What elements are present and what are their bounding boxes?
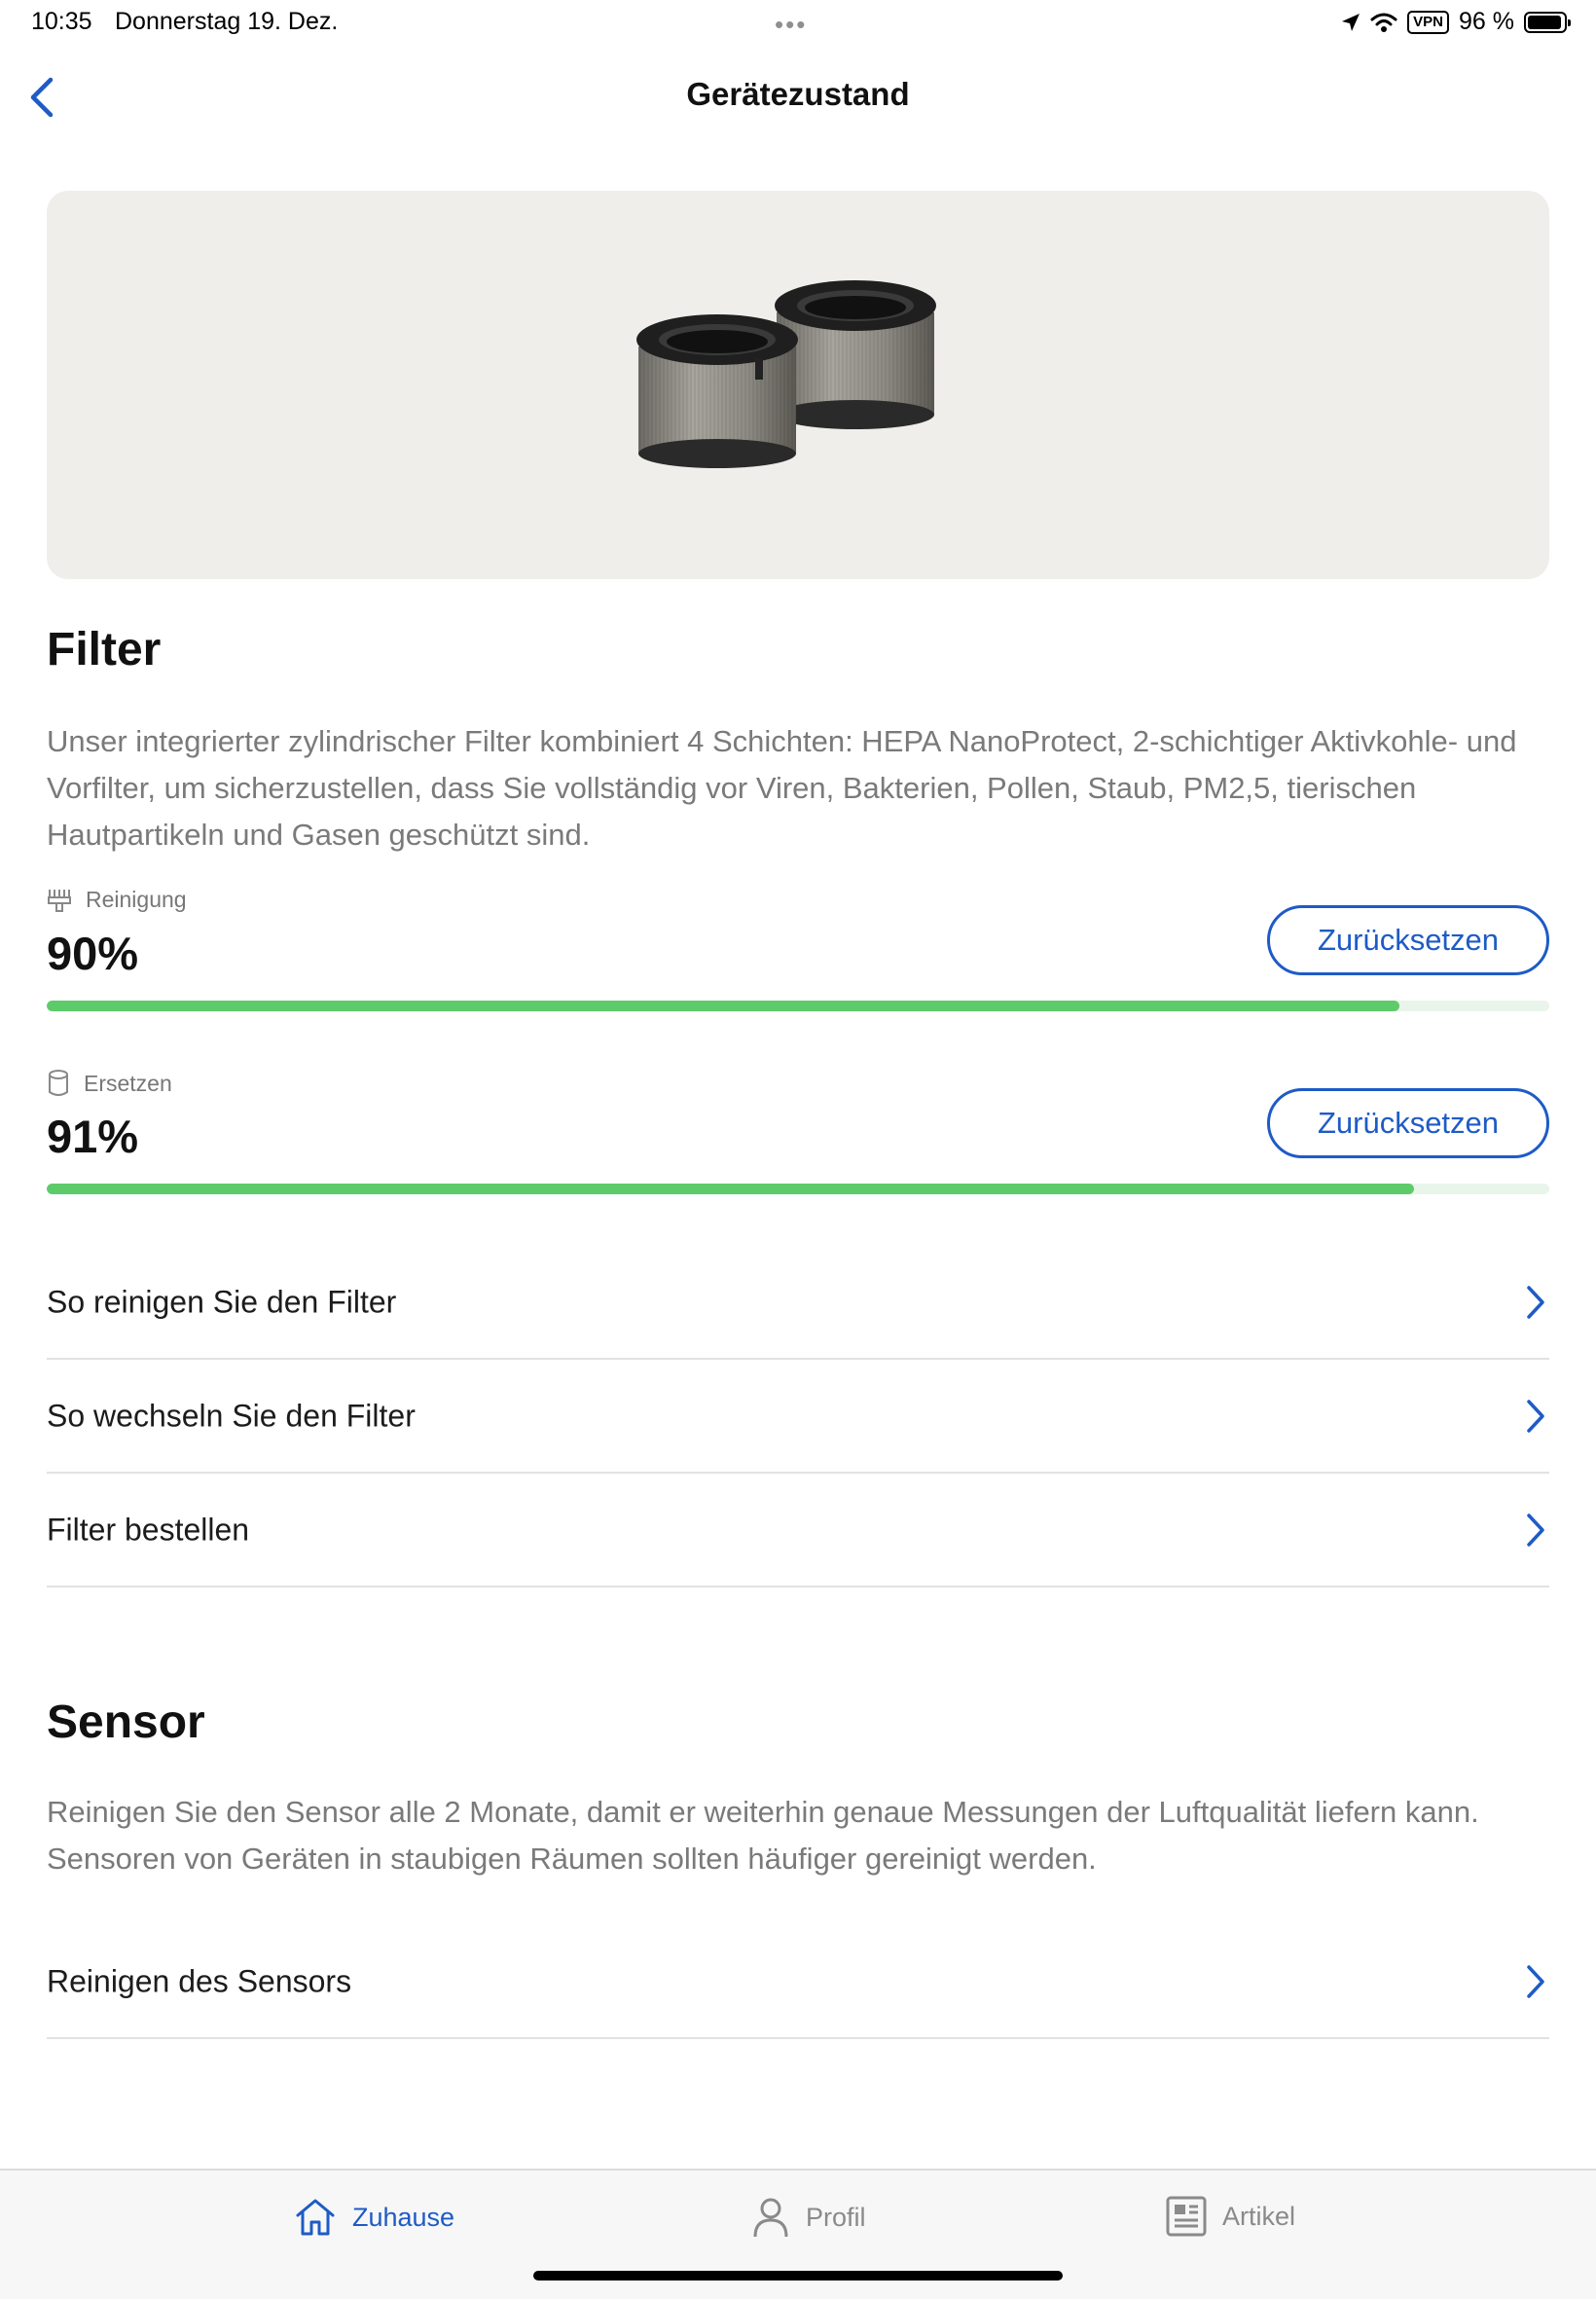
brush-icon: [48, 890, 71, 912]
multitasking-dots-icon[interactable]: •••: [775, 10, 807, 40]
tab-home[interactable]: Zuhause: [294, 2196, 454, 2239]
navigation-bar: Gerätezustand: [0, 58, 1596, 136]
battery-icon: [1524, 11, 1571, 33]
replace-label-row: Ersetzen: [47, 1069, 172, 1098]
sensor-section-title: Sensor: [47, 1697, 205, 1748]
replace-percentage: 91%: [47, 1111, 139, 1162]
vpn-badge: VPN: [1407, 10, 1450, 34]
cleaning-percentage: 90%: [47, 928, 139, 979]
battery-level: [1528, 15, 1562, 29]
location-arrow-icon: [1342, 13, 1360, 31]
person-icon: [753, 2198, 788, 2238]
cylinder-icon: [49, 1070, 68, 1096]
filter-product-image: [47, 191, 1549, 579]
status-bar: 10:35 Donnerstag 19. Dez. ••• VPN 96 %: [0, 0, 1596, 47]
link-label: So reinigen Sie den Filter: [47, 1284, 397, 1319]
chevron-right-icon: [1527, 1964, 1544, 1998]
tab-articles-label: Artikel: [1222, 2201, 1296, 2231]
link-clean-sensor[interactable]: Reinigen des Sensors: [47, 1925, 1549, 2039]
wifi-icon: [1370, 13, 1397, 32]
home-icon: [296, 2199, 335, 2236]
article-icon: [1166, 2196, 1207, 2237]
home-indicator[interactable]: [533, 2271, 1063, 2281]
status-date: Donnerstag 19. Dez.: [115, 8, 339, 35]
battery-percentage: 96 %: [1459, 8, 1514, 35]
link-change-filter[interactable]: So wechseln Sie den Filter: [47, 1360, 1549, 1474]
tab-home-label: Zuhause: [352, 2202, 455, 2232]
tab-articles[interactable]: Artikel: [1166, 2196, 1295, 2237]
cleaning-progress-bar: [47, 1001, 1549, 1011]
page-title: Gerätezustand: [686, 76, 910, 112]
link-label: So wechseln Sie den Filter: [47, 1398, 416, 1433]
filter-description: Unser integrierter zylindrischer Filter …: [47, 724, 1517, 852]
replace-label: Ersetzen: [84, 1070, 172, 1096]
status-time: 10:35: [31, 8, 92, 35]
chevron-right-icon: [1527, 1285, 1544, 1319]
link-label: Filter bestellen: [47, 1512, 250, 1547]
cleaning-label: Reinigung: [86, 886, 187, 912]
link-label: Reinigen des Sensors: [47, 1963, 352, 1998]
filter-section-title: Filter: [47, 624, 162, 675]
chevron-right-icon: [1527, 1399, 1544, 1433]
replace-progress-bar: [47, 1184, 1549, 1194]
filter-cartridges-illustration: [636, 280, 936, 468]
cleaning-progress-fill: [47, 1001, 1399, 1011]
link-clean-filter[interactable]: So reinigen Sie den Filter: [47, 1246, 1549, 1360]
sensor-description: Reinigen Sie den Sensor alle 2 Monate, d…: [47, 1795, 1479, 1876]
link-order-filter[interactable]: Filter bestellen: [47, 1474, 1549, 1587]
cleaning-reset-button[interactable]: Zurücksetzen: [1267, 905, 1549, 975]
replace-progress-fill: [47, 1184, 1415, 1194]
tab-profile[interactable]: Profil: [751, 2196, 866, 2239]
tab-profile-label: Profil: [806, 2202, 866, 2232]
cleaning-label-row: Reinigung: [47, 886, 187, 913]
chevron-right-icon: [1527, 1513, 1544, 1547]
status-indicators: VPN 96 %: [1341, 8, 1571, 36]
replace-reset-button[interactable]: Zurücksetzen: [1267, 1088, 1549, 1158]
